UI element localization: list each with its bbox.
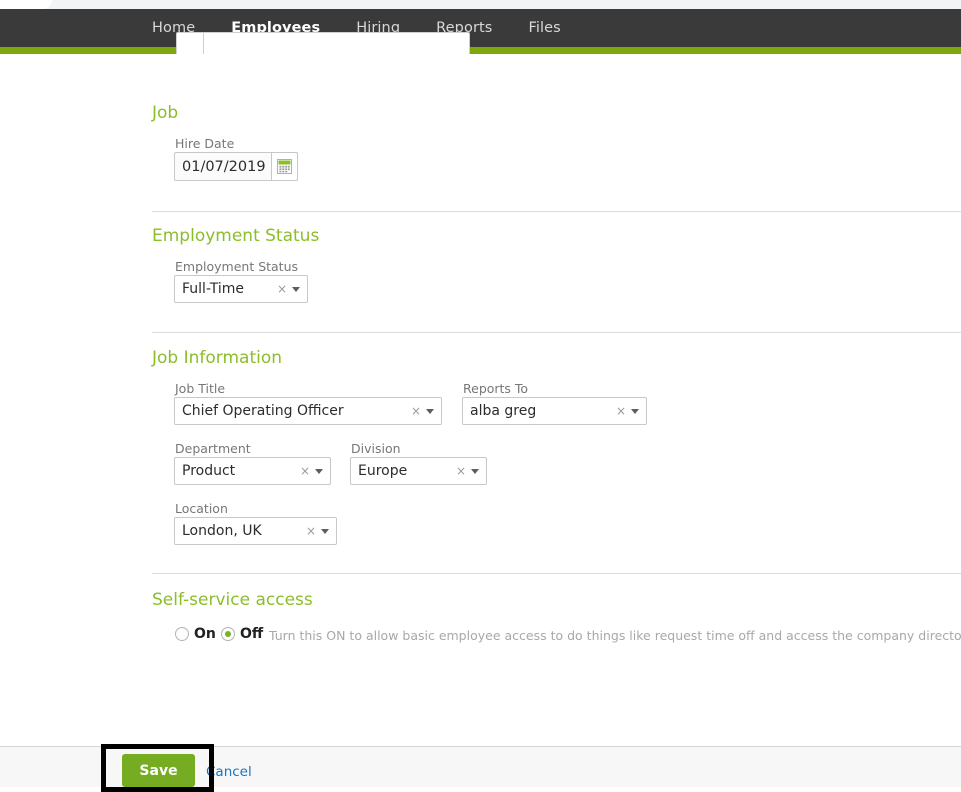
top-strip-corner	[0, 0, 52, 9]
calendar-icon[interactable]	[271, 152, 298, 181]
chevron-down-icon[interactable]	[315, 468, 323, 474]
division-value: Europe	[358, 463, 408, 479]
clear-icon[interactable]: ×	[411, 405, 421, 417]
clear-icon[interactable]: ×	[306, 525, 316, 537]
browser-top-strip	[0, 0, 961, 9]
location-value: London, UK	[182, 523, 262, 539]
chevron-down-icon[interactable]	[426, 408, 434, 414]
radio-self-service-on[interactable]	[175, 627, 189, 641]
save-button[interactable]: Save	[122, 754, 195, 787]
employment-status-label: Employment Status	[175, 259, 299, 274]
clear-icon[interactable]: ×	[616, 405, 626, 417]
main-navigation-bar: Home Employees Hiring Reports Files	[0, 9, 961, 47]
employment-status-select[interactable]: Full-Time ×	[174, 275, 308, 303]
radio-label-on[interactable]: On	[194, 626, 216, 642]
nav-accent-bar	[0, 47, 961, 54]
clear-icon[interactable]: ×	[277, 283, 287, 295]
employment-status-adornments: ×	[277, 283, 307, 295]
reports-to-adornments: ×	[616, 405, 646, 417]
location-adornments: ×	[306, 525, 336, 537]
department-adornments: ×	[300, 465, 330, 477]
radio-self-service-off[interactable]	[221, 627, 235, 641]
reports-to-value: alba greg	[470, 403, 537, 419]
location-label: Location	[175, 501, 228, 516]
self-service-help-text: Turn this ON to allow basic employee acc…	[269, 628, 961, 643]
reports-to-select[interactable]: alba greg ×	[462, 397, 647, 425]
radio-label-off[interactable]: Off	[240, 626, 263, 642]
cancel-link[interactable]: Cancel	[206, 764, 252, 780]
nav-item-files[interactable]: Files	[510, 9, 578, 47]
job-title-select[interactable]: Chief Operating Officer ×	[174, 397, 442, 425]
employment-status-value: Full-Time	[182, 281, 244, 297]
job-title-adornments: ×	[411, 405, 441, 417]
department-label: Department	[175, 441, 251, 456]
clear-icon[interactable]: ×	[300, 465, 310, 477]
divider-after-employment-status	[152, 332, 961, 333]
chevron-down-icon[interactable]	[321, 528, 329, 534]
location-select[interactable]: London, UK ×	[174, 517, 337, 545]
section-title-employment-status: Employment Status	[152, 226, 320, 246]
department-value: Product	[182, 463, 236, 479]
department-select[interactable]: Product ×	[174, 457, 331, 485]
chevron-down-icon[interactable]	[292, 286, 300, 292]
division-adornments: ×	[456, 465, 486, 477]
employee-job-form: Job Hire Date 01/07/2019 Employment Stat…	[0, 54, 961, 746]
job-title-label: Job Title	[175, 381, 226, 396]
radio-selected-dot	[225, 631, 231, 637]
reports-to-label: Reports To	[463, 381, 529, 396]
section-title-job: Job	[152, 103, 179, 123]
chevron-down-icon[interactable]	[631, 408, 639, 414]
divider-after-job	[152, 211, 961, 212]
job-title-value: Chief Operating Officer	[182, 403, 344, 419]
section-title-self-service: Self-service access	[152, 590, 313, 610]
hire-date-label: Hire Date	[175, 136, 235, 151]
hire-date-value: 01/07/2019	[182, 158, 266, 175]
clear-icon[interactable]: ×	[456, 465, 466, 477]
division-label: Division	[351, 441, 401, 456]
chevron-down-icon[interactable]	[471, 468, 479, 474]
divider-after-job-information	[152, 573, 961, 574]
section-title-job-information: Job Information	[152, 348, 283, 368]
division-select[interactable]: Europe ×	[350, 457, 487, 485]
